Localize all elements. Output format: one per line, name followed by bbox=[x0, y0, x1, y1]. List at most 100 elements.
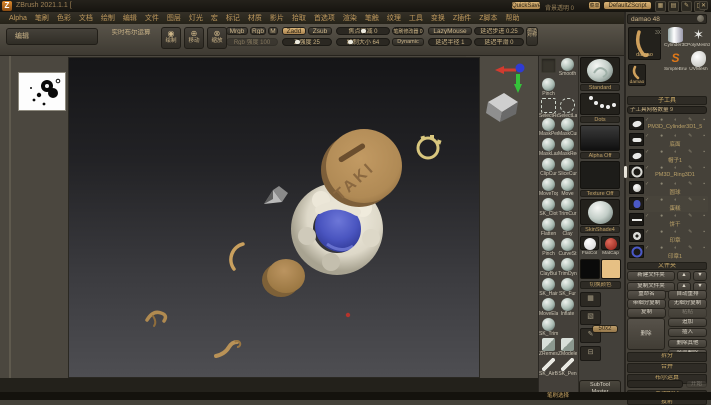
texture-name-label[interactable]: Texture Off bbox=[580, 190, 620, 197]
live-boolean-button[interactable]: 实时布尔运算 bbox=[102, 29, 160, 38]
brush-item[interactable]: Move bbox=[558, 178, 577, 198]
subtool-section-header[interactable]: 子工具 bbox=[627, 96, 707, 105]
brush-item[interactable]: SliceCur bbox=[558, 158, 577, 178]
zsub-button[interactable]: Zsub bbox=[308, 27, 332, 35]
visibility-icon[interactable]: ● bbox=[660, 213, 663, 220]
sculpt-icon[interactable]: ✎ bbox=[688, 133, 692, 140]
brush-item[interactable]: SK_Trim bbox=[539, 318, 558, 338]
twig-model[interactable] bbox=[216, 341, 240, 356]
polypaint-icon[interactable]: ◐ bbox=[674, 181, 677, 188]
menu-item[interactable]: 图层 bbox=[163, 13, 185, 23]
shelf-tool-icon[interactable]: ▧ bbox=[580, 310, 601, 325]
menu-item[interactable]: 变换 bbox=[427, 13, 449, 23]
uv-icon[interactable]: ▪ bbox=[703, 181, 705, 188]
brush-item[interactable]: TrimCur bbox=[558, 198, 577, 218]
subtool-row[interactable]: ✓ ● ◐ ✎ ▪ 印章1 bbox=[627, 244, 708, 260]
menu-item[interactable]: Z插件 bbox=[449, 13, 475, 23]
brush-item[interactable]: SK_Fur bbox=[558, 278, 577, 298]
arrow-down-icon[interactable]: ▼ bbox=[693, 271, 707, 281]
window-tool-icon[interactable]: ▤ bbox=[668, 1, 679, 12]
check-icon[interactable]: ✓ bbox=[645, 213, 649, 220]
folder-action-button[interactable]: 新建文件夹 bbox=[627, 271, 675, 281]
brush-modifier-slider[interactable]: 笔刷修改器 0 bbox=[392, 27, 424, 35]
document-canvas[interactable]: TAKI bbox=[68, 57, 480, 378]
polypaint-icon[interactable]: ◐ bbox=[674, 213, 677, 220]
uv-icon[interactable]: ▪ bbox=[703, 117, 705, 124]
polypaint-icon[interactable]: ◐ bbox=[674, 245, 677, 252]
brush-item[interactable]: MaskLas bbox=[539, 138, 558, 158]
sculpt-icon[interactable]: ✎ bbox=[688, 197, 692, 204]
visibility-icon[interactable]: ● bbox=[660, 117, 663, 124]
transform-mode-button[interactable]: ⊗ 缩放 bbox=[207, 27, 227, 49]
current-brush-button[interactable] bbox=[580, 57, 620, 83]
transform-mode-button[interactable]: ⊕ 移动 bbox=[184, 27, 204, 49]
dynamic-button[interactable]: Dynamic bbox=[392, 38, 424, 46]
menu-item[interactable]: Z脚本 bbox=[475, 13, 501, 23]
brush-item[interactable]: ZRemesh bbox=[539, 338, 558, 358]
paste-button[interactable]: 粘贴 bbox=[668, 308, 707, 318]
material-name-label[interactable]: SkinShade4 bbox=[580, 226, 620, 233]
delete-button[interactable]: 删除 bbox=[627, 318, 665, 350]
ring-model[interactable] bbox=[418, 135, 442, 158]
brush-item[interactable]: ClipCur bbox=[539, 158, 558, 178]
brush-item[interactable]: MaskCur bbox=[558, 118, 577, 138]
zadd-button[interactable]: Zadd bbox=[282, 27, 306, 35]
recent-tool-item[interactable]: SimpleBrush bbox=[664, 51, 687, 75]
close-icon[interactable]: ✕ bbox=[699, 1, 708, 10]
sculpt-icon[interactable]: ✎ bbox=[688, 181, 692, 188]
subtool-stack-button[interactable]: 删除其他 bbox=[668, 339, 707, 348]
m-button[interactable]: M bbox=[268, 27, 278, 35]
lazy-smooth-slider[interactable]: 延迟平滑 0 bbox=[474, 38, 524, 46]
subtool-row[interactable]: ✓ ● ◐ ✎ ▪ PM3D_Cylinder3D1_5 bbox=[627, 116, 708, 132]
subtool-stack-button[interactable]: 插入 bbox=[668, 328, 707, 337]
crescent-model[interactable] bbox=[231, 244, 243, 269]
matcap-button[interactable] bbox=[601, 236, 620, 250]
window-tool-icon[interactable]: ▦ bbox=[655, 1, 666, 12]
draw-size-slider[interactable]: 绘制大小 64 bbox=[336, 38, 390, 46]
menu-item[interactable]: 文件 bbox=[141, 13, 163, 23]
menu-item[interactable]: 笔触 bbox=[361, 13, 383, 23]
brush-item[interactable] bbox=[539, 58, 558, 78]
visibility-icon[interactable]: ● bbox=[660, 197, 663, 204]
polypaint-icon[interactable]: ◐ bbox=[674, 149, 677, 156]
window-tool-icon[interactable]: ✎ bbox=[681, 1, 692, 12]
doc-half-chip[interactable]: 50x2 bbox=[592, 325, 618, 333]
sculpt-icon[interactable]: ✎ bbox=[688, 165, 692, 172]
menu-item[interactable]: 纹理 bbox=[383, 13, 405, 23]
menu-item[interactable]: 编辑 bbox=[119, 13, 141, 23]
coin-model[interactable]: TAKI bbox=[321, 129, 402, 207]
polypaint-icon[interactable]: ◐ bbox=[674, 165, 677, 172]
arrow-up-icon[interactable]: ▲ bbox=[677, 271, 691, 281]
menu-item[interactable]: 影片 bbox=[266, 13, 288, 23]
recent-tool-item[interactable]: Cylinder3D bbox=[664, 27, 687, 51]
visibility-icon[interactable]: ● bbox=[660, 229, 663, 236]
brush-item[interactable]: SK_Clot bbox=[539, 198, 558, 218]
secondary-color-swatch[interactable] bbox=[601, 259, 621, 279]
subtool-row[interactable]: ✓ ● ◐ ✎ ▪ 蛋糕 bbox=[627, 196, 708, 212]
flat-color-button[interactable] bbox=[580, 236, 599, 250]
check-icon[interactable]: ✓ bbox=[645, 181, 649, 188]
brush-name-label[interactable]: Standard bbox=[580, 84, 620, 91]
stroke-name-label[interactable]: Dots bbox=[580, 116, 620, 123]
shard-model[interactable] bbox=[264, 186, 288, 204]
menu-item[interactable]: 渲染 bbox=[339, 13, 361, 23]
default-zscript-button[interactable]: DefaultZScript bbox=[603, 1, 652, 10]
visibility-icon[interactable]: ● bbox=[660, 245, 663, 252]
brush-item[interactable]: TrimDyn bbox=[558, 258, 577, 278]
visibility-icon[interactable]: ● bbox=[660, 181, 663, 188]
subtool-row[interactable]: ✓ ● ◐ ✎ ▪ 圆球 bbox=[627, 180, 708, 196]
shelf-tool-icon[interactable]: ⊟ bbox=[580, 346, 601, 361]
check-icon[interactable]: ✓ bbox=[645, 165, 649, 172]
brush-item[interactable]: Flatten bbox=[539, 218, 558, 238]
recent-tool-item[interactable]: UVMesh bbox=[687, 51, 710, 75]
menu-item[interactable]: 帮助 bbox=[501, 13, 523, 23]
alpha-name-label[interactable]: Alpha Off bbox=[580, 152, 620, 159]
slider-handle[interactable] bbox=[348, 40, 353, 44]
menu-item[interactable]: 色彩 bbox=[53, 13, 75, 23]
visibility-icon[interactable]: ● bbox=[660, 133, 663, 140]
brush-item[interactable]: ClayBui bbox=[539, 258, 558, 278]
menu-item[interactable]: 笔刷 bbox=[31, 13, 53, 23]
check-icon[interactable]: ✓ bbox=[645, 229, 649, 236]
subtool-section-bar[interactable]: 拆分 bbox=[627, 352, 707, 362]
menu-item[interactable]: 文档 bbox=[75, 13, 97, 23]
